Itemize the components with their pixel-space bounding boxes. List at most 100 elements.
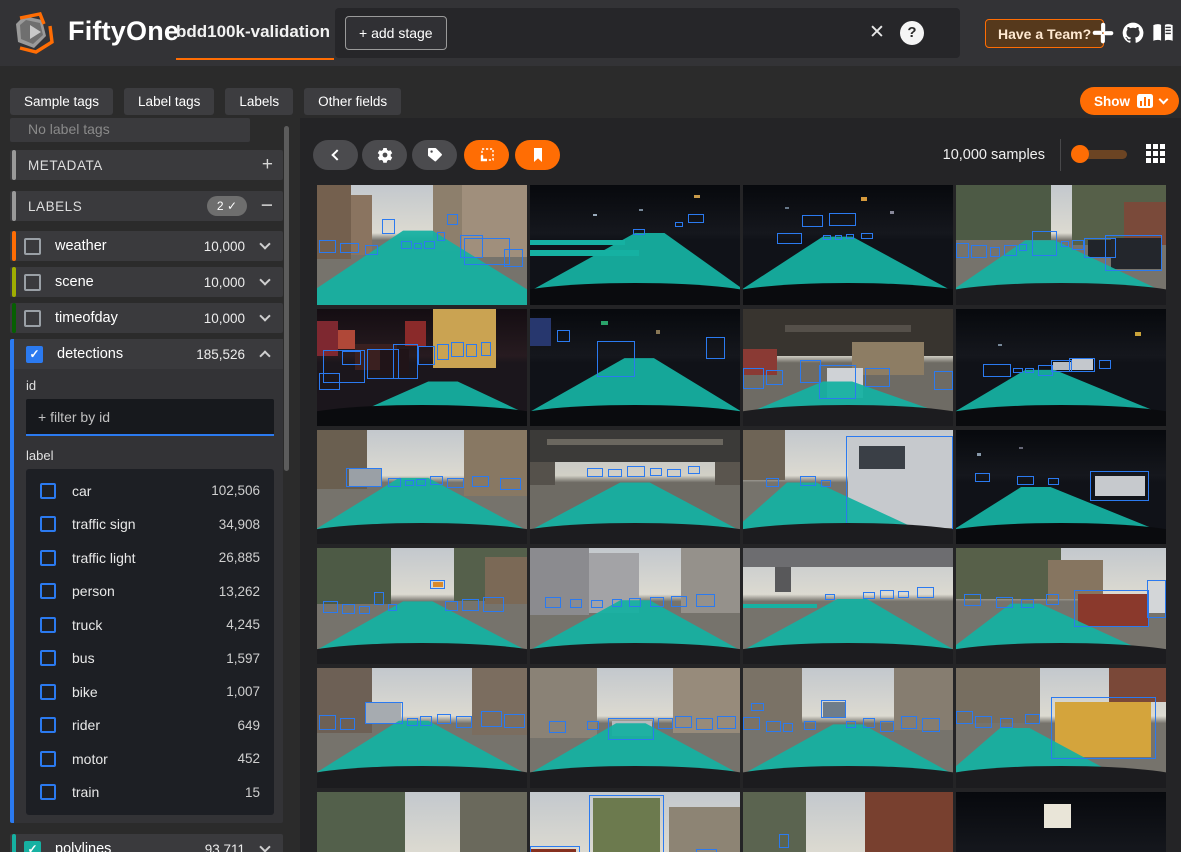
sample-cell[interactable] — [530, 668, 740, 788]
sample-cell[interactable] — [530, 430, 740, 544]
sample-cell[interactable] — [530, 792, 740, 852]
scene-shape — [530, 430, 740, 462]
person-checkbox[interactable] — [40, 583, 56, 599]
sample-cell[interactable] — [956, 185, 1166, 305]
settings-button[interactable] — [362, 140, 407, 170]
chevron-up-icon[interactable] — [259, 350, 270, 361]
view-stage-bar[interactable]: + add stage ✕ ? — [335, 8, 960, 58]
detection-bounding-box — [1017, 476, 1034, 485]
sample-cell[interactable] — [956, 309, 1166, 426]
detection-bounding-box — [990, 247, 1001, 257]
help-icon[interactable]: ? — [900, 21, 924, 45]
section-handle[interactable] — [12, 150, 16, 180]
bus-checkbox[interactable] — [40, 650, 56, 666]
field-row-timeofday[interactable]: timeofday10,000 — [10, 303, 283, 333]
sample-cell[interactable] — [743, 792, 953, 852]
sample-cell[interactable] — [530, 309, 740, 426]
sample-cell[interactable] — [317, 548, 527, 664]
train-checkbox[interactable] — [40, 784, 56, 800]
sample-cell[interactable] — [743, 668, 953, 788]
label-count-row[interactable]: car102,506 — [26, 474, 274, 508]
tab-other-fields[interactable]: Other fields — [304, 88, 401, 115]
label-count-row[interactable]: bike1,007 — [26, 675, 274, 709]
bookmark-button[interactable] — [515, 140, 560, 170]
sample-cell[interactable] — [317, 430, 527, 544]
chevron-down-icon[interactable] — [259, 310, 270, 321]
collapse-labels-icon[interactable]: − — [261, 192, 273, 220]
sample-cell[interactable] — [956, 548, 1166, 664]
back-button[interactable] — [313, 140, 358, 170]
field-row-polylines[interactable]: ✓ polylines 93,711 — [10, 834, 283, 852]
chevron-down-icon[interactable] — [259, 274, 270, 285]
timeofday-checkbox[interactable] — [24, 310, 41, 327]
labels-label: LABELS — [28, 199, 82, 214]
sample-cell[interactable] — [317, 668, 527, 788]
detection-bounding-box — [405, 480, 413, 486]
rider-checkbox[interactable] — [40, 717, 56, 733]
label-count-row[interactable]: person13,262 — [26, 575, 274, 609]
scene-shape — [317, 792, 405, 852]
show-stats-button[interactable]: Show — [1080, 87, 1179, 115]
sample-cell[interactable] — [317, 792, 527, 852]
grid-size-slider[interactable] — [1071, 147, 1129, 161]
sample-cell[interactable] — [743, 548, 953, 664]
chevron-down-icon[interactable] — [259, 238, 270, 249]
add-stage-button[interactable]: + add stage — [345, 16, 447, 50]
scene-checkbox[interactable] — [24, 274, 41, 291]
field-row-detections[interactable]: ✓ detections 185,526 — [14, 339, 283, 369]
label-count-row[interactable]: traffic sign34,908 — [26, 508, 274, 542]
vehicle-hood — [530, 766, 740, 788]
sample-cell[interactable] — [956, 792, 1166, 852]
tab-label-tags[interactable]: Label tags — [124, 88, 214, 115]
vehicle-hood — [743, 523, 953, 544]
sample-cell[interactable] — [743, 430, 953, 544]
chevron-down-icon[interactable] — [259, 841, 270, 852]
sample-cell[interactable] — [743, 309, 953, 426]
weather-checkbox[interactable] — [24, 238, 41, 255]
sidebar: No label tags METADATA + LABELS 2 ✓ − we… — [0, 118, 300, 852]
sample-cell[interactable] — [530, 185, 740, 305]
label-count-row[interactable]: motor452 — [26, 742, 274, 776]
detections-checkbox[interactable]: ✓ — [26, 346, 43, 363]
tab-labels[interactable]: Labels — [225, 88, 293, 115]
traffic-light-checkbox[interactable] — [40, 550, 56, 566]
id-filter-input[interactable] — [26, 399, 274, 436]
polylines-checkbox[interactable]: ✓ — [24, 841, 41, 852]
motor-checkbox[interactable] — [40, 751, 56, 767]
section-handle[interactable] — [12, 191, 16, 221]
car-checkbox[interactable] — [40, 483, 56, 499]
field-row-scene[interactable]: scene10,000 — [10, 267, 283, 297]
bike-checkbox[interactable] — [40, 684, 56, 700]
metadata-section[interactable]: METADATA + — [10, 150, 283, 180]
label-count-row[interactable]: traffic light26,885 — [26, 541, 274, 575]
field-color-bar — [12, 303, 16, 333]
sample-cell[interactable] — [317, 309, 527, 426]
sample-cell[interactable] — [743, 185, 953, 305]
traffic-sign-checkbox[interactable] — [40, 516, 56, 532]
tag-button[interactable] — [412, 140, 457, 170]
label-count-row[interactable]: truck4,245 — [26, 608, 274, 642]
label-name: bike — [72, 684, 98, 700]
slack-icon[interactable] — [1092, 22, 1114, 44]
sample-cell[interactable] — [530, 548, 740, 664]
docs-icon[interactable] — [1152, 22, 1174, 44]
label-count-row[interactable]: bus1,597 — [26, 642, 274, 676]
tab-sample-tags[interactable]: Sample tags — [10, 88, 113, 115]
label-count-row[interactable]: train15 — [26, 776, 274, 810]
sidebar-scrollbar[interactable] — [284, 126, 289, 471]
patches-button[interactable] — [464, 140, 509, 170]
expand-metadata-icon[interactable]: + — [262, 151, 273, 179]
sample-cell[interactable] — [317, 185, 527, 305]
truck-checkbox[interactable] — [40, 617, 56, 633]
label-count-row[interactable]: rider649 — [26, 709, 274, 743]
slider-knob[interactable] — [1071, 145, 1089, 163]
sample-cell[interactable] — [956, 668, 1166, 788]
field-row-weather[interactable]: weather10,000 — [10, 231, 283, 261]
sample-cell[interactable] — [956, 430, 1166, 544]
labels-section[interactable]: LABELS 2 ✓ − — [10, 191, 283, 221]
grid-layout-icon[interactable] — [1146, 144, 1166, 164]
detection-bounding-box — [1019, 244, 1027, 251]
close-icon[interactable]: ✕ — [866, 22, 888, 44]
have-a-team-button[interactable]: Have a Team? — [985, 19, 1104, 48]
github-icon[interactable] — [1122, 22, 1144, 44]
